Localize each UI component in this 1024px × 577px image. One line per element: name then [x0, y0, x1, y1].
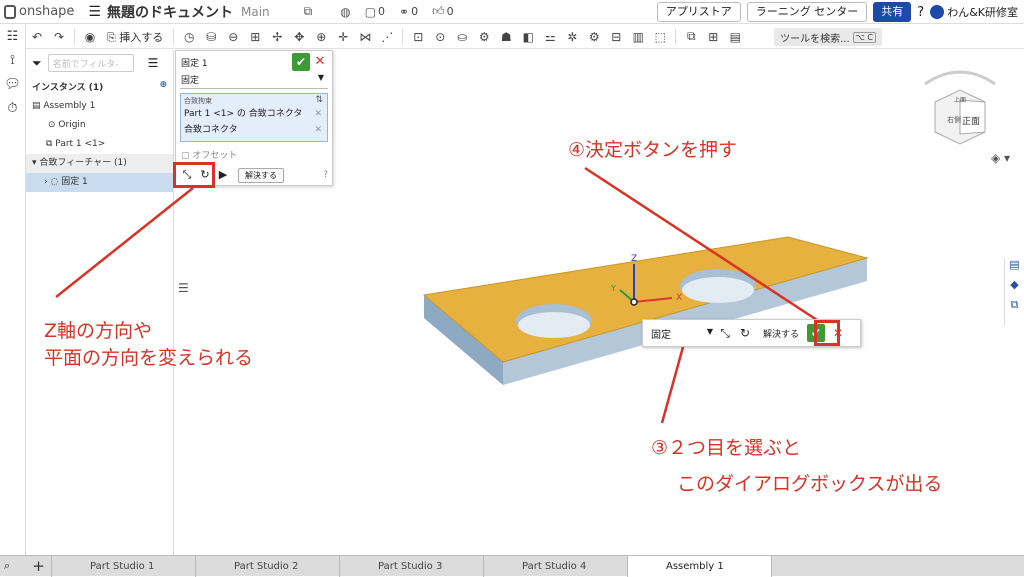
tab-part-studio-4[interactable]: Part Studio 4	[484, 555, 628, 577]
orbit-arc-icon[interactable]	[924, 70, 996, 86]
view-cube[interactable]: 正面 右側 上面 ◈ ▾	[905, 62, 1015, 172]
reorient-secondary-axis-icon[interactable]: ↻	[735, 323, 755, 343]
annotation-line-3	[660, 346, 685, 424]
cube-top-label: 上面	[954, 96, 966, 104]
chevron-down-icon: ▼	[706, 326, 713, 336]
highlight-ok-button	[814, 320, 840, 346]
mate-connector-origin[interactable]	[630, 298, 638, 306]
tab-part-studio-2[interactable]: Part Studio 2	[196, 555, 340, 577]
appearance-icon[interactable]: ◆	[1005, 278, 1024, 298]
search-tabs-icon[interactable]: ⌕	[4, 559, 10, 573]
tab-bar: ⌕ + Part Studio 1 Part Studio 2 Part Stu…	[0, 555, 1024, 577]
annotation-3-line-2: このダイアログボックスが出る	[677, 473, 943, 495]
tab-part-studio-1[interactable]: Part Studio 1	[52, 555, 196, 577]
bom-icon[interactable]: ⧉	[1005, 298, 1024, 318]
annotation-1-line-2: 平面の方向を変えられる	[44, 347, 254, 369]
right-rail: ▤ ◆ ⧉	[1004, 258, 1024, 326]
part-hole-2-inner	[682, 277, 754, 303]
display-mode-icon[interactable]: ◈ ▾	[991, 151, 1010, 165]
floating-type-value: 固定	[651, 329, 671, 341]
annotation-3-line-1: ③２つ目を選ぶと	[651, 437, 802, 459]
cube-right-label: 右側	[947, 115, 961, 124]
z-label: Z	[631, 254, 637, 264]
properties-icon[interactable]: ▤	[1005, 258, 1024, 278]
tab-assembly-1[interactable]: Assembly 1	[628, 555, 772, 577]
floating-resolve-button[interactable]: 解決する	[763, 327, 799, 340]
part-hole-1-inner	[518, 312, 590, 338]
x-label: X	[676, 293, 682, 303]
floating-type-select[interactable]: 固定 ▼	[643, 326, 715, 341]
annotation-1-line-1: Z軸の方向や	[44, 320, 153, 342]
tab-part-studio-3[interactable]: Part Studio 3	[340, 555, 484, 577]
add-tab-button[interactable]: +	[26, 555, 52, 577]
cube-front-label: 正面	[962, 116, 980, 127]
flip-primary-axis-icon[interactable]: ⤡	[715, 323, 735, 343]
y-label: Y	[610, 284, 616, 293]
annotation-line-1	[55, 187, 194, 298]
annotation-2: ④決定ボタンを押す	[568, 139, 738, 161]
